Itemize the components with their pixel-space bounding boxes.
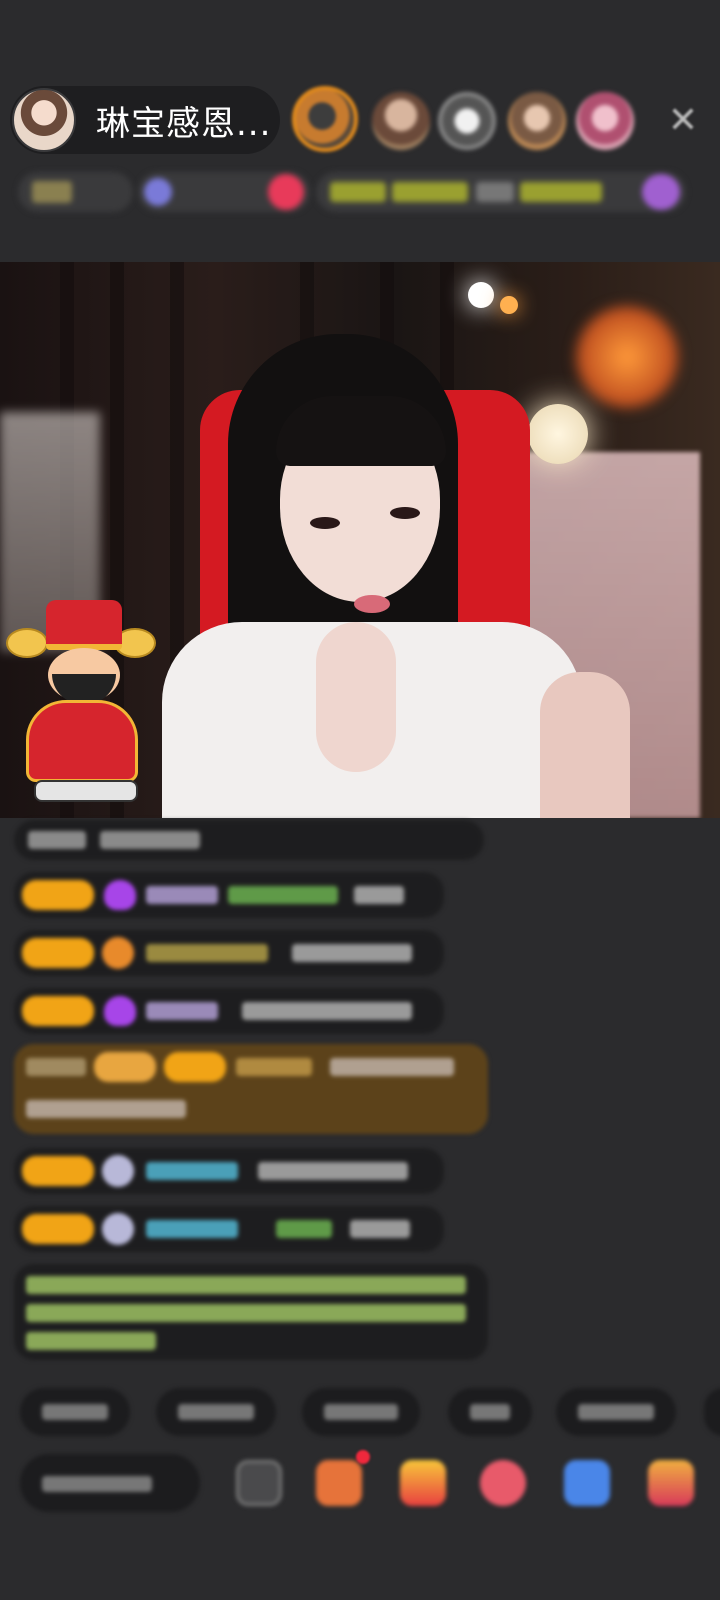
emoji-icon[interactable]: [236, 1460, 282, 1506]
quick-chip[interactable]: [448, 1388, 532, 1436]
quick-chip[interactable]: [20, 1388, 130, 1436]
notification-dot: [356, 1450, 370, 1464]
quick-chip[interactable]: [302, 1388, 420, 1436]
level-badge: [22, 1156, 94, 1186]
top-viewer-avatar-5[interactable]: [576, 92, 634, 150]
top-viewer-avatar-3[interactable]: [438, 92, 496, 150]
streamer-arm: [540, 672, 630, 818]
quick-chip[interactable]: [556, 1388, 676, 1436]
fan-badge-icon: [104, 880, 136, 910]
level-badge: [22, 938, 94, 968]
chat-message[interactable]: [14, 1148, 444, 1194]
fan-badge-icon: [102, 937, 134, 969]
sticker-hat-wing: [6, 628, 48, 658]
host-info-pill[interactable]: 琳宝感恩...: [10, 86, 280, 154]
quick-chip[interactable]: [704, 1388, 720, 1436]
chat-message[interactable]: [14, 988, 444, 1034]
system-notice-message[interactable]: [14, 1264, 488, 1360]
top-viewer-avatar-4[interactable]: [508, 92, 566, 150]
streamer-bangs: [276, 396, 446, 466]
comment-input[interactable]: [20, 1454, 200, 1512]
background-lamp: [468, 282, 494, 308]
notice-ticker[interactable]: [316, 172, 686, 212]
level-badge: [22, 1214, 94, 1244]
fan-badge-icon: [102, 1213, 134, 1245]
fan-badge-icon: [102, 1155, 134, 1187]
close-icon[interactable]: ✕: [666, 103, 700, 139]
streamer-hand: [316, 622, 396, 772]
sticker-hat: [46, 600, 122, 650]
gift-box-icon[interactable]: [400, 1460, 446, 1506]
game-icon[interactable]: [564, 1460, 610, 1506]
chat-message[interactable]: [14, 1206, 444, 1252]
top-viewer-avatar-1[interactable]: [292, 86, 358, 152]
streamer-eye: [390, 507, 420, 519]
chat-message[interactable]: [14, 930, 444, 976]
sticker-feet: [34, 780, 138, 802]
more-gifts-icon[interactable]: [648, 1460, 694, 1506]
chat-message[interactable]: [14, 820, 484, 860]
background-globe-lamp: [528, 404, 588, 464]
rank-badge[interactable]: [18, 172, 133, 212]
background-lamp: [500, 296, 518, 314]
top-viewer-avatar-2[interactable]: [372, 92, 430, 150]
fan-badge-icon: [104, 996, 136, 1026]
gift-icon[interactable]: [316, 1460, 362, 1506]
god-of-wealth-sticker[interactable]: [6, 600, 156, 806]
streamer-lips: [354, 595, 390, 613]
popularity-badge[interactable]: [138, 172, 310, 212]
level-badge: [22, 996, 94, 1026]
level-badge: [22, 880, 94, 910]
background-flowers: [572, 302, 682, 412]
host-name[interactable]: 琳宝感恩...: [96, 96, 271, 145]
lucky-bag-icon[interactable]: [480, 1460, 526, 1506]
chat-message[interactable]: [14, 872, 444, 918]
chat-message-highlight[interactable]: [14, 1044, 488, 1134]
streamer-eye: [310, 517, 340, 529]
host-avatar[interactable]: [12, 88, 76, 152]
sticker-robe: [26, 700, 138, 782]
quick-chip[interactable]: [156, 1388, 276, 1436]
